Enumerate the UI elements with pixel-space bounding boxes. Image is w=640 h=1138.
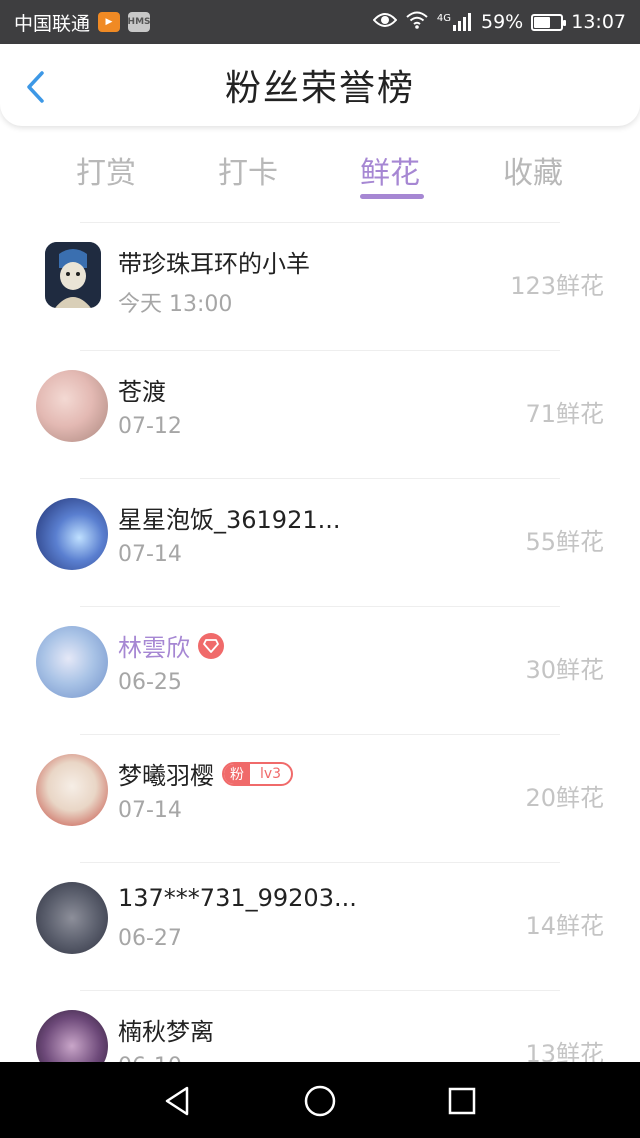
avatar (36, 882, 108, 954)
fan-name-text: 星星泡饭_361921... (118, 506, 341, 534)
fan-badge-prefix: 粉 (224, 763, 250, 784)
flower-count: 55鲜花 (525, 528, 604, 556)
carrier-label: 中国联通 (14, 12, 91, 35)
network-label: 4G (436, 13, 451, 24)
vip-diamond-icon (198, 632, 224, 659)
fan-date: 今天 13:00 (118, 292, 233, 317)
fan-date: 07-14 (118, 542, 182, 567)
divider (80, 478, 560, 479)
battery-icon (531, 13, 567, 31)
divider (80, 990, 560, 991)
fan-date: 06-25 (118, 670, 182, 695)
fan-name-text: 梦曦羽樱 (118, 762, 214, 790)
fan-name-text: 137***731_99203... (118, 884, 357, 912)
flower-count: 20鲜花 (525, 784, 604, 812)
divider (80, 350, 560, 351)
divider (80, 222, 560, 223)
header: 粉丝荣誉榜 (0, 44, 640, 126)
play-icon: ▶ (98, 12, 121, 32)
flower-count: 30鲜花 (525, 656, 604, 684)
divider (80, 862, 560, 863)
fan-name: 星星泡饭_361921... (118, 500, 341, 535)
fan-name-text: 林雲欣 (118, 634, 190, 662)
triangle-back-icon[interactable] (160, 1084, 194, 1118)
tab-favorites[interactable]: 收藏 (503, 148, 563, 192)
flower-count: 14鲜花 (525, 912, 604, 940)
list-item[interactable]: 林雲欣 06-25 30鲜花 (0, 606, 640, 734)
fan-date: 07-12 (118, 414, 182, 439)
fan-badge-level: lv3 (260, 765, 282, 782)
flower-count: 123鲜花 (510, 272, 604, 300)
tab-active-indicator (360, 194, 424, 199)
fan-name-text: 带珍珠耳环的小羊 (118, 250, 310, 278)
eye-icon (372, 11, 398, 33)
fan-name: 带珍珠耳环的小羊 (118, 244, 310, 279)
fan-date: 07-14 (118, 798, 182, 823)
square-recents-icon[interactable] (445, 1084, 479, 1118)
fan-name-text: 苍渡 (118, 378, 166, 406)
tab-flowers[interactable]: 鲜花 (360, 148, 420, 192)
fans-list: 带珍珠耳环的小羊 今天 13:00 123鲜花 苍渡 07-12 71鲜花 星星… (0, 222, 640, 1118)
list-item[interactable]: 梦曦羽樱 粉 lv3 07-14 20鲜花 (0, 734, 640, 862)
hms-icon: HMS (128, 12, 151, 32)
circle-home-icon[interactable] (303, 1084, 337, 1118)
list-item[interactable]: 星星泡饭_361921... 07-14 55鲜花 (0, 478, 640, 606)
avatar (36, 370, 108, 442)
fan-name: 楠秋梦离 (118, 1012, 214, 1047)
tab-reward[interactable]: 打赏 (76, 148, 136, 192)
list-item[interactable]: 137***731_99203... 06-27 14鲜花 (0, 862, 640, 990)
chevron-left-icon[interactable] (22, 70, 52, 104)
divider (80, 606, 560, 607)
divider (80, 734, 560, 735)
battery-percent: 59% (481, 11, 524, 33)
fan-name: 林雲欣 (118, 628, 224, 663)
fan-name: 苍渡 (118, 372, 166, 407)
status-bar: 中国联通 ▶ HMS 4G 59% 13:07 (0, 0, 640, 44)
avatar (36, 626, 108, 698)
clock: 13:07 (571, 11, 626, 33)
fan-date: 06-27 (118, 926, 182, 951)
page-title: 粉丝荣誉榜 (224, 68, 415, 109)
signal-icon: 4G (437, 13, 473, 31)
wifi-icon (405, 11, 429, 34)
tab-bar: 打赏 打卡 鲜花 收藏 (0, 140, 640, 220)
avatar (36, 754, 108, 826)
fan-level-badge: 粉 lv3 (222, 761, 294, 786)
system-nav-bar (0, 1062, 640, 1138)
fan-name: 137***731_99203... (118, 884, 357, 912)
flower-count: 71鲜花 (525, 400, 604, 428)
fan-name: 梦曦羽樱 粉 lv3 (118, 756, 294, 791)
list-item[interactable]: 苍渡 07-12 71鲜花 (0, 350, 640, 478)
tab-checkin[interactable]: 打卡 (218, 148, 278, 192)
avatar (36, 498, 108, 570)
avatar (45, 242, 101, 308)
fan-name-text: 楠秋梦离 (118, 1018, 214, 1046)
list-item[interactable]: 带珍珠耳环的小羊 今天 13:00 123鲜花 (0, 222, 640, 350)
